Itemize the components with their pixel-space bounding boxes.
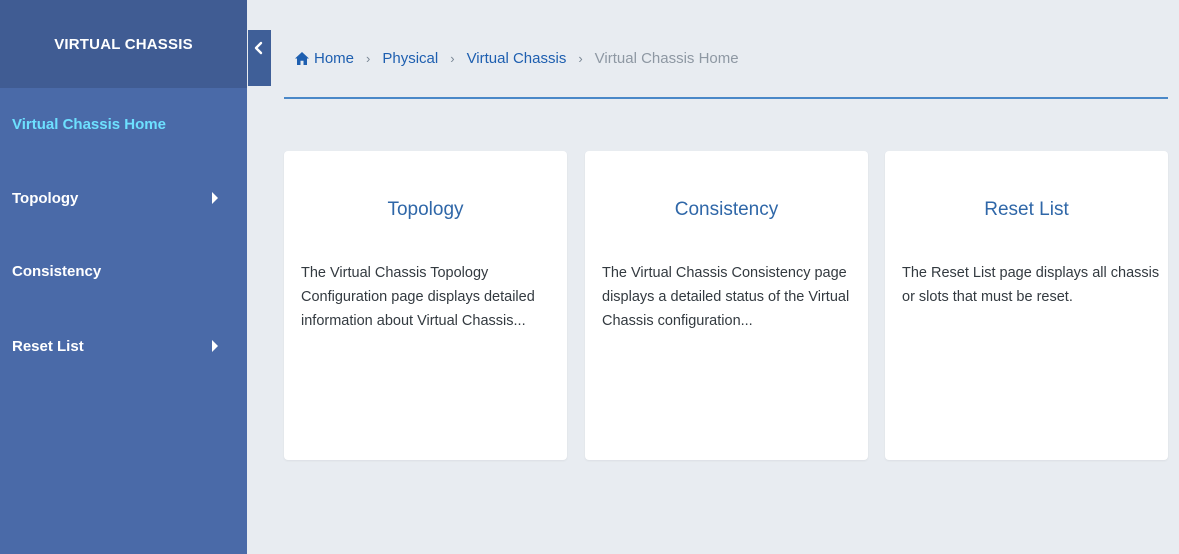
card-description: The Virtual Chassis Consistency page dis…	[602, 265, 850, 329]
sidebar: VIRTUAL CHASSIS Virtual Chassis Home Top…	[0, 0, 247, 554]
sidebar-item-label: Consistency	[12, 262, 102, 280]
collapse-sidebar-button[interactable]	[248, 30, 271, 86]
caret-right-icon	[212, 192, 218, 204]
breadcrumb-home[interactable]: Home	[295, 50, 354, 67]
breadcrumb: Home › Physical › Virtual Chassis › Virt…	[295, 44, 739, 72]
sidebar-item-label: Topology	[12, 189, 79, 207]
breadcrumb-virtual-chassis[interactable]: Virtual Chassis	[467, 50, 567, 67]
sidebar-item-consistency[interactable]: Consistency	[0, 251, 247, 291]
sidebar-title: VIRTUAL CHASSIS	[0, 0, 247, 88]
breadcrumb-current: Virtual Chassis Home	[594, 49, 739, 67]
sidebar-item-label: Virtual Chassis Home	[12, 115, 166, 133]
header-divider	[284, 97, 1168, 99]
breadcrumb-separator-icon: ›	[450, 50, 455, 66]
card-description: The Reset List page displays all chassis…	[902, 265, 1160, 305]
card-title: Consistency	[674, 199, 779, 220]
breadcrumb-separator-icon: ›	[578, 50, 583, 66]
card-title: Topology	[387, 199, 464, 220]
card-title: Reset List	[984, 199, 1069, 220]
card-reset-list[interactable]: Reset List The Reset List page displays …	[885, 151, 1168, 460]
breadcrumb-home-label: Home	[314, 49, 355, 67]
sidebar-item-topology[interactable]: Topology	[0, 178, 247, 218]
card-description: The Virtual Chassis Topology Configurati…	[301, 265, 535, 329]
card-topology[interactable]: Topology The Virtual Chassis Topology Co…	[284, 151, 567, 460]
breadcrumb-physical[interactable]: Physical	[382, 50, 438, 67]
sidebar-item-virtual-chassis-home[interactable]: Virtual Chassis Home	[0, 104, 247, 144]
breadcrumb-separator-icon: ›	[366, 50, 371, 66]
card-consistency[interactable]: Consistency The Virtual Chassis Consiste…	[585, 151, 868, 460]
sidebar-item-reset-list[interactable]: Reset List	[0, 326, 247, 366]
sidebar-item-label: Reset List	[12, 337, 84, 355]
caret-right-icon	[212, 340, 218, 352]
home-icon	[295, 51, 309, 65]
chevron-left-icon	[254, 41, 263, 55]
